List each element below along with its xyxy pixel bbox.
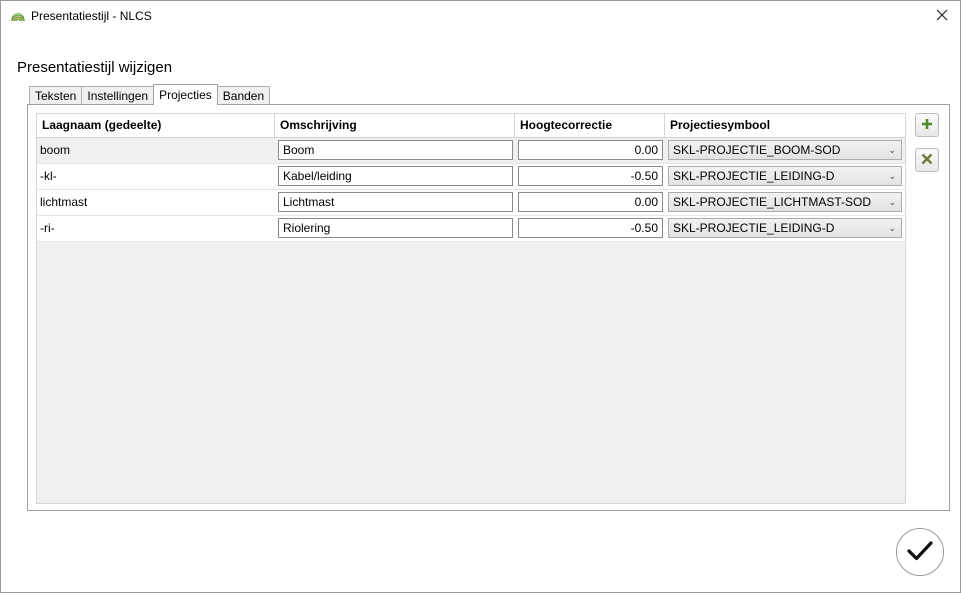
height-correction-input[interactable]: -0.50	[518, 218, 663, 238]
x-icon	[920, 152, 934, 169]
nlcs-app-icon	[10, 8, 26, 24]
window-title: Presentatiestijl - NLCS	[31, 9, 152, 23]
title-bar: Presentatiestijl - NLCS	[1, 1, 960, 31]
plus-icon	[920, 117, 934, 134]
height-correction-input[interactable]: -0.50	[518, 166, 663, 186]
add-row-button[interactable]	[915, 113, 939, 137]
symbol-select-value: SKL-PROJECTIE_BOOM-SOD	[673, 143, 841, 157]
column-header-symbol[interactable]: Projectiesymbool	[665, 114, 905, 137]
symbol-select[interactable]: SKL-PROJECTIE_BOOM-SOD ⌄	[668, 140, 902, 160]
symbol-select-value: SKL-PROJECTIE_LICHTMAST-SOD	[673, 195, 872, 209]
chevron-down-icon: ⌄	[888, 223, 896, 233]
column-header-layer[interactable]: Laagnaam (gedeelte)	[37, 114, 275, 137]
tab-banden[interactable]: Banden	[216, 86, 271, 105]
layer-name-cell: lichtmast	[40, 195, 88, 209]
description-input[interactable]: Boom	[278, 140, 513, 160]
table-row[interactable]: -kl- Kabel/leiding -0.50 SKL-PROJECTIE_L…	[37, 164, 905, 190]
table-row[interactable]: lichtmast Lichtmast 0.00 SKL-PROJECTIE_L…	[37, 190, 905, 216]
layer-name-cell: -ri-	[40, 221, 55, 235]
symbol-select-value: SKL-PROJECTIE_LEIDING-D	[673, 221, 835, 235]
page-title: Presentatiestijl wijzigen	[17, 59, 173, 76]
symbol-select[interactable]: SKL-PROJECTIE_LEIDING-D ⌄	[668, 218, 902, 238]
description-input[interactable]: Riolering	[278, 218, 513, 238]
close-button[interactable]	[930, 5, 954, 27]
height-correction-input[interactable]: 0.00	[518, 140, 663, 160]
symbol-select[interactable]: SKL-PROJECTIE_LICHTMAST-SOD ⌄	[668, 192, 902, 212]
chevron-down-icon: ⌄	[888, 197, 896, 207]
tab-projecties[interactable]: Projecties	[153, 84, 218, 105]
table-row[interactable]: -ri- Riolering -0.50 SKL-PROJECTIE_LEIDI…	[37, 216, 905, 242]
confirm-button[interactable]	[896, 528, 944, 576]
column-header-description[interactable]: Omschrijving	[275, 114, 515, 137]
projections-grid: Laagnaam (gedeelte) Omschrijving Hoogtec…	[36, 113, 906, 504]
height-correction-input[interactable]: 0.00	[518, 192, 663, 212]
chevron-down-icon: ⌄	[888, 171, 896, 181]
column-header-height[interactable]: Hoogtecorrectie	[515, 114, 665, 137]
check-icon	[907, 540, 933, 565]
remove-row-button[interactable]	[915, 148, 939, 172]
description-input[interactable]: Lichtmast	[278, 192, 513, 212]
tab-teksten[interactable]: Teksten	[29, 86, 83, 105]
chevron-down-icon: ⌄	[888, 145, 896, 155]
table-row[interactable]: boom Boom 0.00 SKL-PROJECTIE_BOOM-SOD ⌄	[37, 138, 905, 164]
tab-bar: Teksten Instellingen Projecties Banden	[29, 84, 271, 105]
symbol-select[interactable]: SKL-PROJECTIE_LEIDING-D ⌄	[668, 166, 902, 186]
grid-header: Laagnaam (gedeelte) Omschrijving Hoogtec…	[37, 114, 905, 138]
dialog-window: Presentatiestijl - NLCS Presentatiestijl…	[0, 0, 961, 593]
close-icon	[936, 9, 948, 24]
tab-instellingen[interactable]: Instellingen	[81, 86, 155, 105]
layer-name-cell: -kl-	[40, 169, 57, 183]
tab-panel-projecties: Laagnaam (gedeelte) Omschrijving Hoogtec…	[27, 104, 950, 511]
symbol-select-value: SKL-PROJECTIE_LEIDING-D	[673, 169, 835, 183]
layer-name-cell: boom	[40, 143, 71, 157]
description-input[interactable]: Kabel/leiding	[278, 166, 513, 186]
